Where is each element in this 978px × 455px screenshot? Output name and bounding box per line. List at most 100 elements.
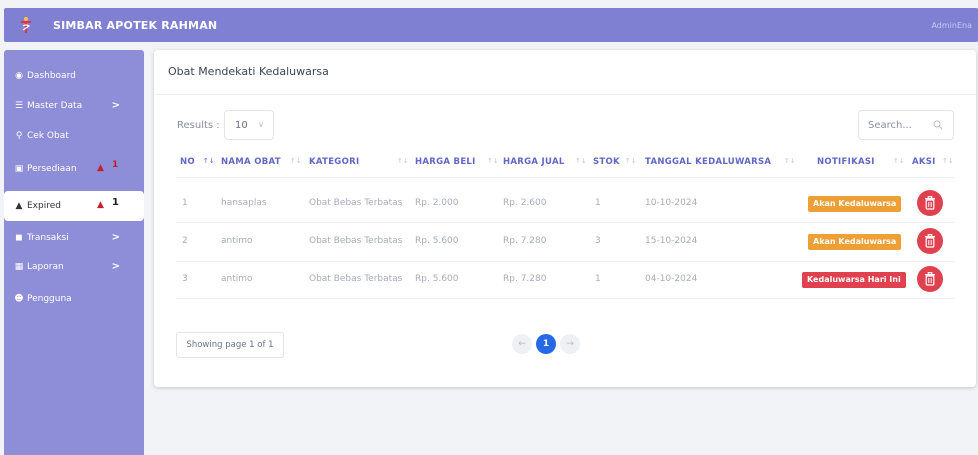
sidebar-item-laporan[interactable]: ▦ Laporan > xyxy=(4,252,144,282)
sidebar-item-label: Persediaan xyxy=(27,164,77,174)
prev-page-button[interactable]: ← xyxy=(512,334,532,354)
trash-icon xyxy=(925,234,935,248)
database-icon: ☰ xyxy=(14,101,24,111)
next-page-button[interactable]: → xyxy=(560,334,580,354)
report-icon: ▦ xyxy=(14,262,24,272)
cell-harga-jual: Rp. 7.280 xyxy=(503,236,547,246)
sidebar-item-label: Laporan xyxy=(27,262,64,272)
sort-icon[interactable]: ↑↓ xyxy=(487,157,499,165)
notification-count: 1 xyxy=(112,160,119,170)
cell-harga-beli: Rp. 5.600 xyxy=(415,274,459,284)
column-header-kategori[interactable]: KATEGORI xyxy=(309,157,359,167)
column-header-stok[interactable]: STOK xyxy=(593,157,620,167)
notification-count: 1 xyxy=(112,197,119,208)
sort-icon[interactable]: ↑↓ xyxy=(203,157,215,165)
search-icon: ⚲ xyxy=(15,131,23,141)
cell-stok: 3 xyxy=(595,236,601,246)
row-divider xyxy=(176,261,955,262)
pagination-info: Showing page 1 of 1 xyxy=(176,332,284,358)
search-placeholder: Search... xyxy=(868,119,912,131)
cell-tanggal: 10-10-2024 xyxy=(645,198,698,208)
results-label: Results : xyxy=(177,120,220,131)
cell-harga-beli: Rp. 2.000 xyxy=(415,198,459,208)
sidebar-item-transaksi[interactable]: ◼ Transaksi > xyxy=(4,223,144,253)
page-1-button[interactable]: 1 xyxy=(536,334,556,354)
sidebar-item-label: Pengguna xyxy=(27,294,72,304)
bell-icon: ▲ xyxy=(97,163,104,173)
sidebar-item-label: Cek Obat xyxy=(27,131,69,141)
results-value: 10 xyxy=(235,119,248,131)
search-input[interactable]: Search... xyxy=(858,110,954,140)
sidebar-item-label: Master Data xyxy=(27,101,83,111)
column-header-harga-jual[interactable]: HARGA JUAL xyxy=(503,157,565,167)
status-badge: Akan Kedaluwarsa xyxy=(808,234,902,250)
cell-harga-jual: Rp. 7.280 xyxy=(503,274,547,284)
users-icon: ☻ xyxy=(14,294,24,304)
browser-strip xyxy=(0,0,978,6)
row-divider xyxy=(176,298,955,299)
cell-nama-obat: antimo xyxy=(221,236,253,246)
divider xyxy=(154,94,976,95)
column-header-notifikasi[interactable]: NOTIFIKASI xyxy=(817,157,875,167)
row-divider xyxy=(176,222,955,223)
sidebar-item-cek-obat[interactable]: ⚲ Cek Obat xyxy=(4,121,144,151)
sort-icon[interactable]: ↑↓ xyxy=(397,157,409,165)
sort-icon[interactable]: ↑↓ xyxy=(625,157,637,165)
chevron-right-icon: > xyxy=(111,261,120,272)
sort-icon[interactable]: ↑↓ xyxy=(893,157,905,165)
cell-no: 1 xyxy=(182,198,188,208)
app-title[interactable]: SIMBAR APOTEK RAHMAN xyxy=(53,19,217,32)
page-title: Obat Mendekati Kedaluwarsa xyxy=(168,65,329,78)
sort-icon[interactable]: ↑↓ xyxy=(942,157,954,165)
column-header-harga-beli[interactable]: HARGA BELI xyxy=(415,157,476,167)
cell-stok: 1 xyxy=(595,198,601,208)
cart-icon: ◼ xyxy=(15,233,23,243)
cell-nama-obat: antimo xyxy=(221,274,253,284)
user-menu[interactable]: AdminEna xyxy=(931,21,972,30)
status-badge: Kedaluwarsa Hari Ini xyxy=(802,272,906,288)
delete-button[interactable] xyxy=(917,266,943,292)
cell-kategori: Obat Bebas Terbatas xyxy=(309,236,403,246)
sidebar-item-dashboard[interactable]: ◉ Dashboard xyxy=(4,61,144,91)
cell-no: 3 xyxy=(182,274,188,284)
chevron-right-icon: > xyxy=(111,232,120,243)
top-navbar: SIMBAR APOTEK RAHMAN AdminEna xyxy=(4,8,978,42)
sort-icon[interactable]: ↑↓ xyxy=(784,157,796,165)
cell-no: 2 xyxy=(182,236,188,246)
bell-icon: ▲ xyxy=(97,200,104,210)
column-header-tanggal[interactable]: TANGGAL KEDALUWARSA xyxy=(645,157,771,167)
sidebar-item-label: Dashboard xyxy=(27,71,76,81)
sidebar-item-master-data[interactable]: ☰ Master Data > xyxy=(4,91,144,121)
warning-icon: ▲ xyxy=(15,201,23,211)
search-icon xyxy=(933,120,943,130)
chevron-right-icon: > xyxy=(111,100,120,111)
chevron-down-icon: ∨ xyxy=(258,120,264,129)
cell-harga-beli: Rp. 5.600 xyxy=(415,236,459,246)
cell-tanggal: 15-10-2024 xyxy=(645,236,698,246)
trash-icon xyxy=(925,196,935,210)
delete-button[interactable] xyxy=(917,228,943,254)
sort-icon[interactable]: ↑↓ xyxy=(575,157,587,165)
table-header-divider xyxy=(176,177,955,178)
sidebar: ◉ Dashboard ☰ Master Data > ⚲ Cek Obat ▣… xyxy=(4,50,144,455)
sidebar-item-expired[interactable]: ▲ Expired ▲ 1 xyxy=(4,191,144,221)
column-header-aksi[interactable]: AKSI xyxy=(912,157,936,167)
status-badge: Akan Kedaluwarsa xyxy=(808,196,902,212)
sidebar-item-label: Expired xyxy=(27,201,61,211)
column-header-nama-obat[interactable]: NAMA OBAT xyxy=(221,157,281,167)
results-per-page-select[interactable]: 10 ∨ xyxy=(224,110,274,140)
cell-kategori: Obat Bebas Terbatas xyxy=(309,198,403,208)
column-header-no[interactable]: NO xyxy=(180,157,195,167)
cell-nama-obat: hansaplas xyxy=(221,198,267,208)
dashboard-icon: ◉ xyxy=(15,71,23,81)
sort-icon[interactable]: ↑↓ xyxy=(290,157,302,165)
cell-kategori: Obat Bebas Terbatas xyxy=(309,274,403,284)
sidebar-item-persediaan[interactable]: ▣ Persediaan ▲ 1 xyxy=(4,154,144,184)
trash-icon xyxy=(925,272,935,286)
sidebar-item-label: Transaksi xyxy=(27,233,69,243)
cell-tanggal: 04-10-2024 xyxy=(645,274,698,284)
sidebar-item-pengguna[interactable]: ☻ Pengguna xyxy=(4,284,144,314)
cell-stok: 1 xyxy=(595,274,601,284)
inventory-icon: ▣ xyxy=(14,164,24,174)
delete-button[interactable] xyxy=(917,190,943,216)
